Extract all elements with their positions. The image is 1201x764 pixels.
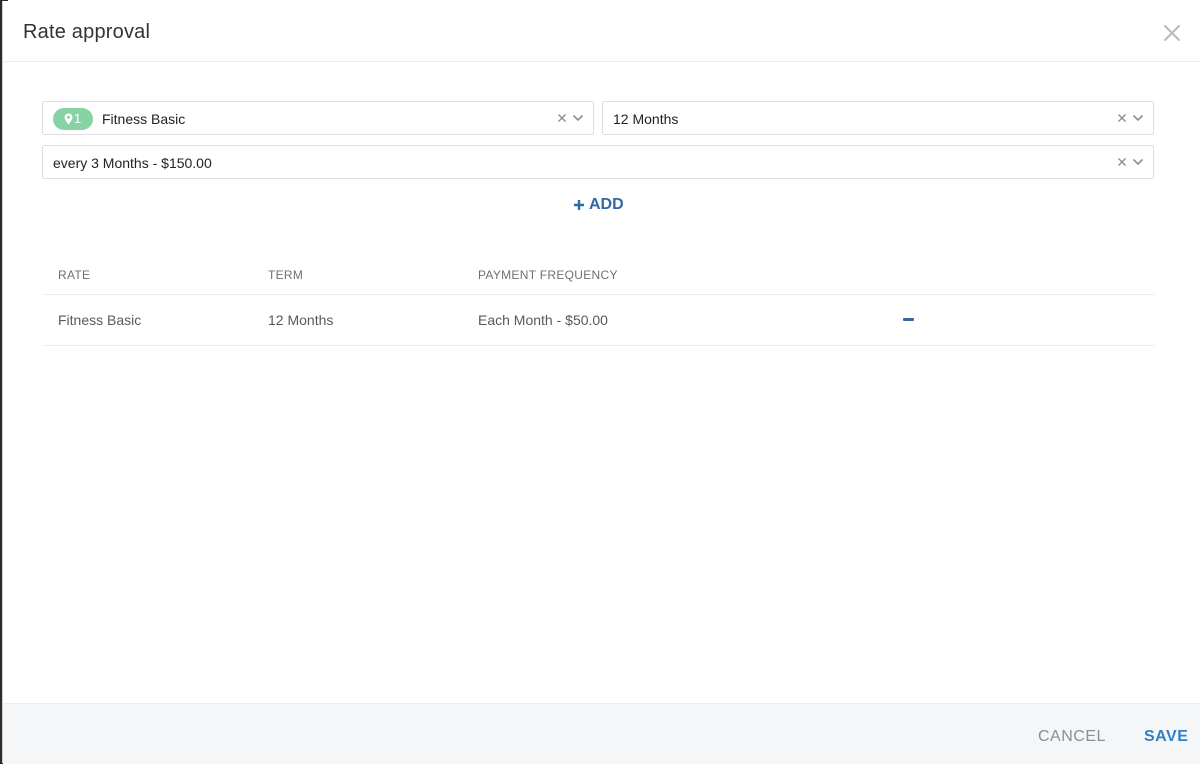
column-header-rate: RATE bbox=[58, 268, 91, 282]
rate-approval-dialog: Rate approval 1 Fitness Basic 12 Months bbox=[2, 1, 1200, 764]
term-select[interactable]: 12 Months bbox=[602, 101, 1154, 135]
chevron-down-icon[interactable] bbox=[1132, 113, 1144, 123]
location-pin-icon bbox=[64, 113, 73, 125]
dialog-footer: CANCEL SAVE bbox=[3, 703, 1200, 764]
cancel-button[interactable]: CANCEL bbox=[1038, 728, 1106, 746]
payment-frequency-select[interactable]: every 3 Months - $150.00 bbox=[42, 145, 1154, 179]
clear-icon[interactable] bbox=[1116, 112, 1128, 124]
clear-icon[interactable] bbox=[1116, 156, 1128, 168]
chevron-down-icon[interactable] bbox=[572, 113, 584, 123]
row-payment-frequency: Each Month - $50.00 bbox=[478, 312, 608, 328]
dialog-header: Rate approval bbox=[3, 1, 1200, 62]
column-header-term: TERM bbox=[268, 268, 304, 282]
column-header-payment-frequency: PAYMENT FREQUENCY bbox=[478, 268, 618, 282]
badge-count: 1 bbox=[74, 111, 82, 126]
minus-icon[interactable] bbox=[903, 317, 915, 321]
plus-icon bbox=[574, 200, 584, 210]
save-button[interactable]: SAVE bbox=[1144, 728, 1188, 746]
table-row: Fitness Basic 12 Months Each Month - $50… bbox=[43, 295, 1155, 346]
location-count-badge: 1 bbox=[53, 108, 93, 130]
term-select-value: 12 Months bbox=[613, 111, 679, 127]
close-icon[interactable] bbox=[1160, 21, 1184, 45]
frequency-select-value: every 3 Months - $150.00 bbox=[53, 155, 212, 171]
rate-select-value: Fitness Basic bbox=[102, 111, 186, 127]
clear-icon[interactable] bbox=[556, 112, 568, 124]
chevron-down-icon[interactable] bbox=[1132, 157, 1144, 167]
rate-select[interactable]: 1 Fitness Basic bbox=[42, 101, 594, 135]
row-term: 12 Months bbox=[268, 312, 334, 328]
dialog-title: Rate approval bbox=[23, 21, 151, 43]
row-rate: Fitness Basic bbox=[58, 312, 142, 328]
add-label: ADD bbox=[589, 196, 624, 213]
